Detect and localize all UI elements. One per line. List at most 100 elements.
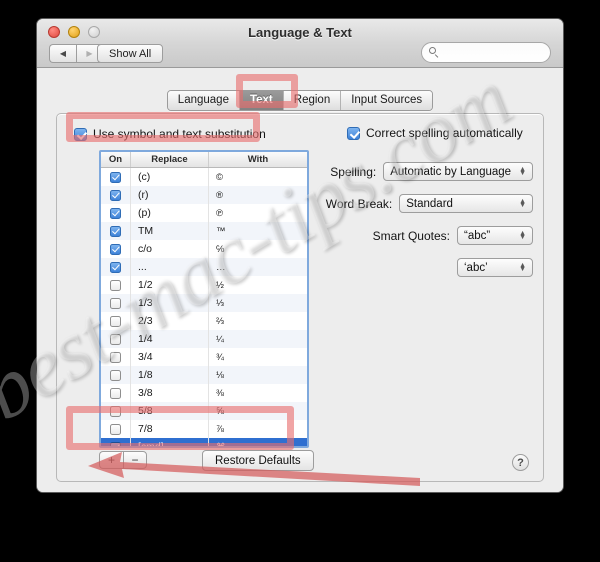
row-on-cell[interactable]	[101, 420, 131, 438]
smart-quotes-single-popup-button[interactable]: ‘abc’ ▲ ▼	[457, 258, 533, 277]
row-checkbox[interactable]	[110, 297, 121, 309]
row-checkbox[interactable]	[110, 423, 121, 435]
table-row[interactable]: 1/8 ⅛	[101, 366, 307, 384]
row-on-cell[interactable]	[101, 366, 131, 384]
row-checkbox[interactable]	[110, 369, 121, 381]
tab-region[interactable]: Region	[283, 91, 342, 110]
chevron-updown-icon: ▲ ▼	[519, 197, 526, 209]
column-header-on[interactable]: On	[101, 152, 131, 167]
table-row[interactable]: 1/4 ¼	[101, 330, 307, 348]
row-with-cell: ⌘	[216, 441, 226, 447]
row-checkbox[interactable]	[110, 333, 121, 345]
table-row[interactable]: 1/3 ⅓	[101, 294, 307, 312]
row-checkbox[interactable]	[110, 315, 121, 327]
search-input[interactable]	[440, 46, 563, 59]
word-break-popup-button[interactable]: Standard ▲ ▼	[399, 194, 533, 213]
tab-language[interactable]: Language	[167, 91, 240, 110]
row-checkbox[interactable]	[110, 243, 121, 255]
spelling-field: Spelling: Automatic by Language ▲ ▼	[325, 162, 533, 181]
use-symbol-substitution-row[interactable]: Use symbol and text substitution	[74, 127, 266, 141]
row-with-cell: ⅜	[216, 387, 224, 399]
row-checkbox[interactable]	[110, 441, 121, 446]
chevron-updown-icon: ▲ ▼	[519, 229, 526, 241]
screenshot-stage: Language & Text ◀ ▶ Show All Language Te…	[0, 0, 600, 562]
correct-spelling-checkbox[interactable]	[347, 126, 360, 140]
search-field[interactable]	[421, 42, 563, 63]
row-on-cell[interactable]	[101, 348, 131, 366]
row-on-cell[interactable]	[101, 384, 131, 402]
table-row[interactable]: ... …	[101, 258, 307, 276]
row-on-cell[interactable]	[101, 168, 131, 186]
remove-button[interactable]: −	[123, 451, 147, 469]
row-with-cell: ⅝	[216, 405, 224, 417]
row-on-cell[interactable]	[101, 402, 131, 420]
correct-spelling-row[interactable]: Correct spelling automatically	[347, 126, 533, 140]
row-replace-cell: (c)	[131, 168, 209, 186]
table-row[interactable]: 3/8 ⅜	[101, 384, 307, 402]
table-header-row: On Replace With	[101, 152, 307, 168]
row-on-cell[interactable]	[101, 204, 131, 222]
row-on-cell[interactable]	[101, 186, 131, 204]
row-replace-cell: 2/3	[131, 312, 209, 330]
table-row[interactable]: 5/8 ⅝	[101, 402, 307, 420]
restore-defaults-button[interactable]: Restore Defaults	[202, 450, 314, 471]
language-and-text-window: Language & Text ◀ ▶ Show All Language Te…	[36, 18, 564, 493]
row-checkbox[interactable]	[110, 207, 121, 219]
tab-input-sources[interactable]: Input Sources	[341, 91, 433, 110]
table-row[interactable]: TM ™	[101, 222, 307, 240]
row-replace-cell: 1/8	[131, 366, 209, 384]
substitution-table[interactable]: On Replace With (c) © (r) ® (p) ℗ TM ™ c…	[99, 150, 309, 448]
smart-quotes-double-value: “abc”	[464, 229, 491, 242]
window-titlebar: Language & Text ◀ ▶ Show All	[37, 19, 563, 68]
row-on-cell[interactable]	[101, 258, 131, 276]
row-checkbox[interactable]	[110, 405, 121, 417]
row-on-cell[interactable]	[101, 312, 131, 330]
add-button[interactable]: +	[99, 451, 123, 469]
row-on-cell[interactable]	[101, 438, 131, 446]
navigation-button-group: ◀ ▶	[49, 44, 103, 63]
smart-quotes-single-field: ‘abc’ ▲ ▼	[414, 258, 533, 277]
table-row[interactable]: (p) ℗	[101, 204, 307, 222]
table-row[interactable]: (c) ©	[101, 168, 307, 186]
row-checkbox[interactable]	[110, 351, 121, 363]
table-row[interactable]: 1/2 ½	[101, 276, 307, 294]
row-replace-cell: [cmd]	[131, 438, 209, 446]
column-header-with[interactable]: With	[209, 152, 307, 167]
row-on-cell[interactable]	[101, 276, 131, 294]
row-with-cell: ¾	[216, 351, 224, 363]
show-all-button[interactable]: Show All	[97, 44, 164, 63]
row-checkbox[interactable]	[110, 261, 121, 273]
row-replace-cell: 1/4	[131, 330, 209, 348]
row-replace-cell: 7/8	[131, 420, 209, 438]
row-checkbox[interactable]	[110, 171, 121, 183]
use-symbol-substitution-checkbox[interactable]	[74, 127, 87, 141]
row-replace-cell: 3/8	[131, 384, 209, 402]
row-on-cell[interactable]	[101, 240, 131, 258]
table-row[interactable]: (r) ®	[101, 186, 307, 204]
spelling-label: Spelling:	[330, 164, 377, 179]
table-row[interactable]: 7/8 ⅞	[101, 420, 307, 438]
row-replace-cell: TM	[131, 222, 209, 240]
smart-quotes-double-popup-button[interactable]: “abc” ▲ ▼	[457, 226, 533, 245]
window-title: Language & Text	[248, 25, 352, 40]
tab-text[interactable]: Text	[239, 91, 284, 110]
back-button[interactable]: ◀	[49, 44, 76, 63]
spelling-popup-button[interactable]: Automatic by Language ▲ ▼	[383, 162, 533, 181]
row-checkbox[interactable]	[110, 225, 121, 237]
row-with-cell: ®	[216, 189, 223, 201]
row-replace-cell: 1/2	[131, 276, 209, 294]
row-on-cell[interactable]	[101, 330, 131, 348]
table-row-selected[interactable]: [cmd] ⌘	[101, 438, 307, 447]
help-button[interactable]: ?	[512, 454, 529, 471]
row-checkbox[interactable]	[110, 279, 121, 291]
table-row[interactable]: c/o ℅	[101, 240, 307, 258]
column-header-replace[interactable]: Replace	[131, 152, 209, 167]
table-row[interactable]: 3/4 ¾	[101, 348, 307, 366]
row-on-cell[interactable]	[101, 294, 131, 312]
table-row[interactable]: 2/3 ⅔	[101, 312, 307, 330]
row-checkbox[interactable]	[110, 189, 121, 201]
search-icon	[429, 47, 440, 58]
row-checkbox[interactable]	[110, 387, 121, 399]
smart-quotes-double-field: Smart Quotes: “abc” ▲ ▼	[325, 226, 533, 245]
row-on-cell[interactable]	[101, 222, 131, 240]
